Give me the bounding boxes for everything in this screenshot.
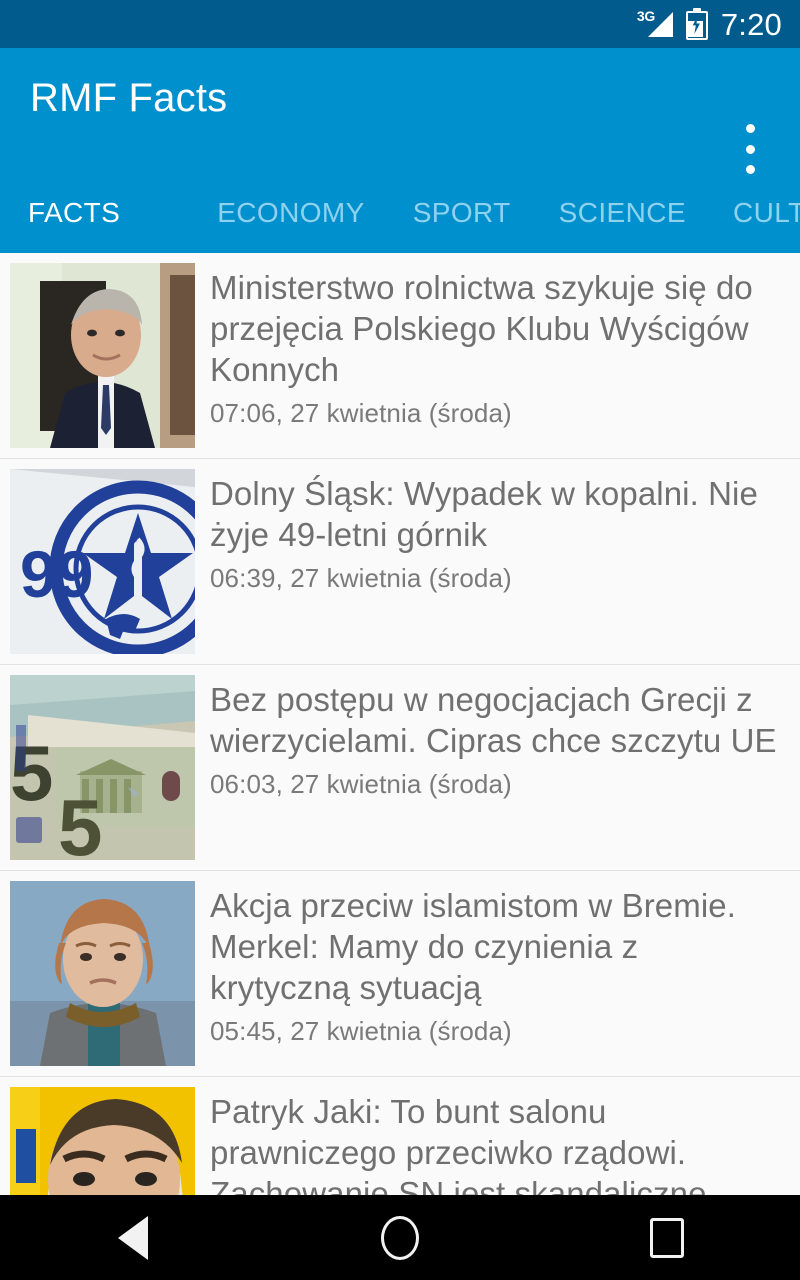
signal-triangle <box>647 12 673 37</box>
status-bar-clock: 7:20 <box>720 6 782 42</box>
svg-text:5: 5 <box>58 783 103 860</box>
article-headline: Patryk Jaki: To bunt salonu prawniczego … <box>210 1093 707 1195</box>
tab-economy[interactable]: ECONOMY <box>217 199 364 227</box>
status-bar: 3G 7:20 <box>0 0 800 48</box>
news-list-item[interactable]: Ministerstwo rolnictwa szykuje się do pr… <box>0 253 800 459</box>
phone-screen: 3G 7:20 RMF Facts FACTS ECONOMY SPORT SC… <box>0 0 800 1280</box>
page-title: RMF Facts <box>30 76 228 120</box>
tab-culture[interactable]: CULTURE <box>733 199 800 227</box>
article-headline: Dolny Śląsk: Wypadek w kopalni. Nie żyje… <box>210 475 758 553</box>
article-body: Bez postępu w negocjacjach Grecji z wier… <box>195 675 786 801</box>
overflow-menu-icon[interactable] <box>728 120 772 178</box>
recents-square-icon[interactable] <box>607 1195 727 1280</box>
battery-charging-icon <box>685 8 708 40</box>
article-thumbnail: 5 5 <box>10 675 195 860</box>
article-timestamp: 05:45, 27 kwietnia (środa) <box>210 1016 512 1046</box>
article-thumbnail <box>10 263 195 448</box>
article-headline: Bez postępu w negocjacjach Grecji z wier… <box>210 681 777 759</box>
tab-science[interactable]: SCIENCE <box>559 199 686 227</box>
tab-bar: FACTS ECONOMY SPORT SCIENCE CULTURE <box>0 187 800 239</box>
article-timestamp: 06:39, 27 kwietnia (środa) <box>210 563 512 593</box>
article-thumbnail: 99 <box>10 469 195 654</box>
article-body: Ministerstwo rolnictwa szykuje się do pr… <box>195 263 786 430</box>
tab-sport[interactable]: SPORT <box>413 199 511 227</box>
news-list-item[interactable]: Akcja przeciw islamistom w Bremie. Merke… <box>0 871 800 1077</box>
article-headline: Ministerstwo rolnictwa szykuje się do pr… <box>210 269 753 388</box>
news-list-item[interactable]: 5 5 Bez postępu w negocjacjach Grecji z … <box>0 665 800 871</box>
status-bar-icons: 3G 7:20 <box>637 6 782 42</box>
article-body: Dolny Śląsk: Wypadek w kopalni. Nie żyje… <box>195 469 786 595</box>
article-thumbnail <box>10 1087 195 1195</box>
back-triangle-icon[interactable] <box>73 1195 193 1280</box>
app-bar: RMF Facts FACTS ECONOMY SPORT SCIENCE CU… <box>0 48 800 253</box>
article-timestamp: 07:06, 27 kwietnia (środa) <box>210 398 512 428</box>
article-body: Akcja przeciw islamistom w Bremie. Merke… <box>195 881 786 1048</box>
article-timestamp: 06:03, 27 kwietnia (środa) <box>210 769 512 799</box>
article-headline: Akcja przeciw islamistom w Bremie. Merke… <box>210 887 737 1006</box>
signal-bars-icon: 3G <box>637 9 673 39</box>
android-navigation-bar <box>0 1195 800 1280</box>
home-circle-icon[interactable] <box>340 1195 460 1280</box>
tab-facts[interactable]: FACTS <box>28 199 120 227</box>
article-body: Patryk Jaki: To bunt salonu prawniczego … <box>195 1087 786 1195</box>
news-list[interactable]: Ministerstwo rolnictwa szykuje się do pr… <box>0 253 800 1195</box>
news-list-item[interactable]: Patryk Jaki: To bunt salonu prawniczego … <box>0 1077 800 1195</box>
svg-text:99: 99 <box>20 537 93 611</box>
article-thumbnail <box>10 881 195 1066</box>
news-list-item[interactable]: 99 Dolny Śląsk: Wypadek w kopalni. Nie ż… <box>0 459 800 665</box>
